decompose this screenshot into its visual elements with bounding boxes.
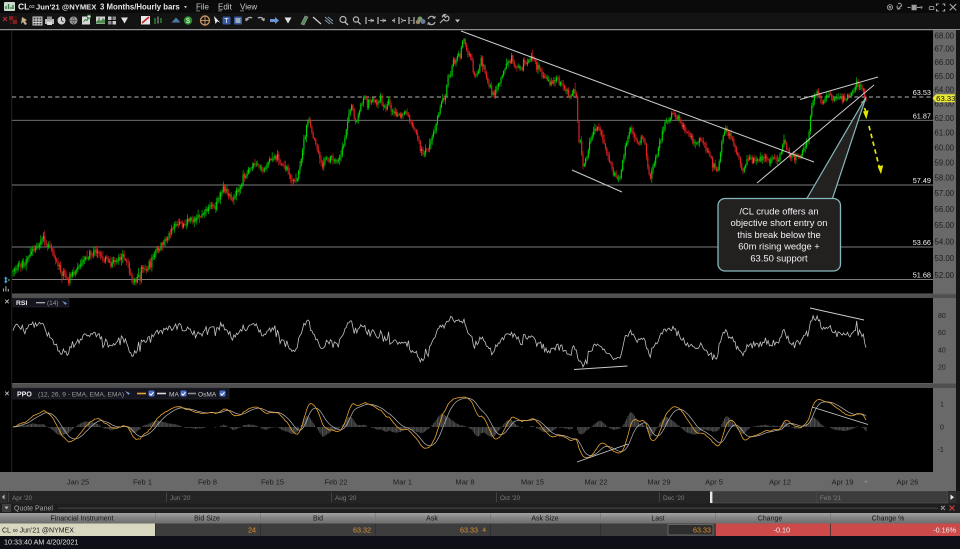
svg-text:Jan 25: Jan 25 [67, 478, 89, 487]
svg-text:80: 80 [938, 313, 946, 320]
svg-text:Feb 8: Feb 8 [198, 478, 217, 487]
svg-text:63.53: 63.53 [913, 88, 931, 97]
svg-text:Ask: Ask [426, 516, 438, 523]
svg-text:60m rising wedge +: 60m rising wedge + [738, 241, 820, 252]
svg-text:Mar 15: Mar 15 [521, 478, 544, 487]
svg-text:0: 0 [940, 425, 944, 432]
svg-text:✕: ✕ [4, 299, 10, 306]
svg-text:67.00: 67.00 [935, 45, 955, 54]
svg-text:53.66: 53.66 [913, 238, 931, 247]
svg-text:4: 4 [483, 527, 487, 534]
svg-text:55.00: 55.00 [935, 221, 955, 230]
svg-text:(14): (14) [47, 300, 59, 307]
svg-text:Apr '20: Apr '20 [12, 495, 32, 502]
svg-text:63.33: 63.33 [936, 94, 955, 103]
svg-text:+: + [864, 479, 868, 486]
svg-text:62.00: 62.00 [935, 114, 955, 123]
svg-text:View: View [240, 3, 257, 12]
svg-text:/CL crude offers an: /CL crude offers an [739, 206, 818, 217]
svg-text:63.50 support: 63.50 support [750, 252, 808, 263]
svg-text:(12, 26, 9 - EMA, EMA, EMA): (12, 26, 9 - EMA, EMA, EMA) [38, 391, 124, 398]
svg-text:MA: MA [169, 391, 179, 398]
svg-text:Apr 5: Apr 5 [705, 478, 723, 487]
svg-text:Change: Change [758, 516, 783, 523]
svg-text:Ask Size: Ask Size [531, 516, 558, 523]
svg-text:57.00: 57.00 [935, 189, 955, 198]
svg-text:1: 1 [940, 402, 944, 409]
svg-text:Apr 12: Apr 12 [769, 478, 791, 487]
svg-text:Mar 1: Mar 1 [393, 478, 412, 487]
svg-text:Mar 22: Mar 22 [584, 478, 607, 487]
svg-text:56.00: 56.00 [935, 205, 955, 214]
svg-text:Jun'21 @NYMEX: Jun'21 @NYMEX [36, 3, 96, 12]
svg-text:63.33: 63.33 [460, 526, 478, 535]
svg-text:54.00: 54.00 [935, 237, 955, 246]
svg-text:Jun '20: Jun '20 [170, 495, 191, 502]
svg-text:File: File [196, 3, 209, 12]
svg-text:Quote Panel: Quote Panel [14, 506, 53, 513]
svg-text:Bid: Bid [313, 516, 323, 523]
svg-text:Apr 19: Apr 19 [832, 478, 854, 487]
svg-text:CL: CL [18, 2, 29, 12]
svg-text:Mar 8: Mar 8 [456, 478, 475, 487]
svg-text:✕: ✕ [4, 391, 10, 398]
svg-text:CL ∞ Jun'21 @NYMEX: CL ∞ Jun'21 @NYMEX [2, 528, 74, 535]
svg-text:51.68: 51.68 [913, 271, 931, 280]
svg-text:Feb '21: Feb '21 [820, 495, 842, 502]
svg-text:OsMA: OsMA [198, 391, 217, 398]
svg-text:63.33: 63.33 [693, 526, 711, 535]
svg-text:Aug '20: Aug '20 [335, 495, 357, 502]
svg-text:40: 40 [938, 347, 946, 354]
svg-text:Last: Last [651, 516, 664, 523]
svg-text:3 Months/Hourly bars: 3 Months/Hourly bars [100, 3, 180, 12]
svg-text:24: 24 [248, 526, 256, 535]
svg-text:Financial Instrument: Financial Instrument [50, 516, 113, 523]
svg-text:RSI: RSI [16, 300, 27, 307]
svg-text:objective short entry on: objective short entry on [731, 217, 828, 228]
svg-text:60.00: 60.00 [935, 143, 955, 152]
svg-text:PPO: PPO [17, 391, 32, 398]
svg-text:Feb 15: Feb 15 [261, 478, 284, 487]
svg-text:66.00: 66.00 [935, 58, 955, 67]
svg-text:Oct '20: Oct '20 [500, 495, 520, 502]
svg-text:Dec '20: Dec '20 [663, 495, 685, 502]
svg-text:T: T [224, 18, 229, 25]
svg-text:68.00: 68.00 [935, 31, 955, 40]
svg-text:-0.10: -0.10 [774, 526, 790, 535]
svg-text:53.00: 53.00 [935, 254, 955, 263]
svg-text:63.32: 63.32 [353, 526, 371, 535]
svg-text:Edit: Edit [218, 3, 233, 12]
svg-text:61.87: 61.87 [913, 112, 931, 121]
svg-text:52.00: 52.00 [935, 271, 955, 280]
svg-text:-1: -1 [938, 447, 944, 454]
svg-text:Mar 29: Mar 29 [647, 478, 670, 487]
svg-text:58.00: 58.00 [935, 174, 955, 183]
svg-text:61.00: 61.00 [935, 129, 955, 138]
svg-text:∞: ∞ [29, 2, 35, 11]
svg-text:65.00: 65.00 [935, 72, 955, 81]
svg-text:$: $ [186, 18, 190, 25]
svg-text:-0.16%: -0.16% [933, 526, 956, 535]
svg-text:this break below the: this break below the [737, 229, 820, 240]
svg-text:Bid Size: Bid Size [194, 516, 220, 523]
svg-text:20: 20 [938, 365, 946, 372]
svg-text:Change %: Change % [872, 516, 905, 523]
svg-text:Feb 22: Feb 22 [324, 478, 347, 487]
svg-text:60: 60 [938, 330, 946, 337]
svg-text:Apr 26: Apr 26 [897, 478, 919, 487]
svg-text:Feb 1: Feb 1 [133, 478, 152, 487]
svg-text:57.49: 57.49 [913, 176, 931, 185]
svg-text:59.00: 59.00 [935, 158, 955, 167]
svg-text:10:33:40 AM 4/20/2021: 10:33:40 AM 4/20/2021 [4, 538, 78, 547]
